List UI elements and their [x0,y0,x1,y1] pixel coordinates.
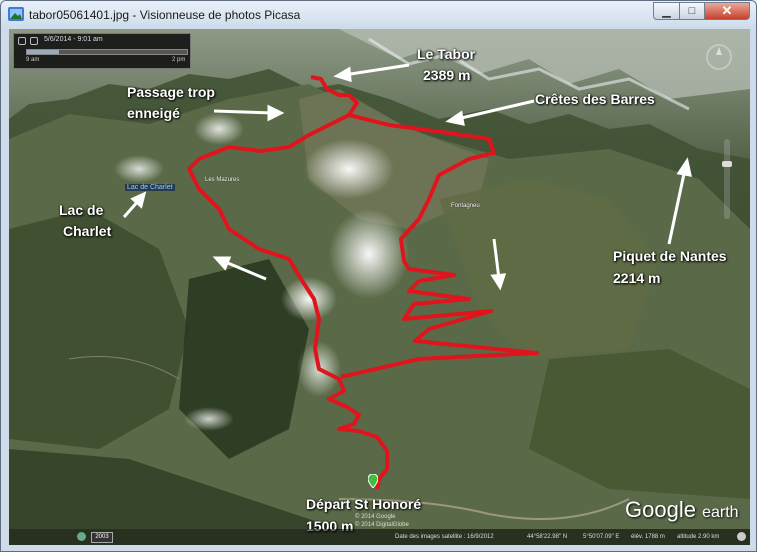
timeline-slider-fill [27,50,59,54]
timeline-slider-panel[interactable]: 5/6/2014 - 9:01 am 9 am 2 pm [13,33,191,69]
window-title: tabor05061401.jpg - Visionneuse de photo… [29,8,301,22]
photo-viewer[interactable]: 5/6/2014 - 9:01 am 9 am 2 pm Lac de Char… [9,29,750,545]
passage-label-line1: Passage trop [127,84,215,100]
piquet-de-nantes-label: Piquet de Nantes [613,248,727,264]
timeline-start: 9 am [26,57,40,63]
depart-st-honore-label: Départ St Honoré [306,496,422,512]
copyright-notice: © 2014 Google © 2014 DigitalGlobe [355,514,409,528]
google-earth-logo: Google earth [625,497,739,522]
le-tabor-label: Le Tabor [417,46,476,62]
eye-altitude: altitude 2.90 km [677,534,720,540]
timeline-end: 2 pm [172,57,186,63]
earth-status-bar: 2003 Date des images satellite : 16/9/20… [9,529,750,545]
zoom-slider[interactable] [724,139,730,219]
longitude: 5°50'07.09" E [583,534,620,540]
lac-de-charlet-line2: Charlet [63,223,112,239]
minimize-button[interactable]: ▁ [653,2,680,20]
latitude: 44°58'22.98" N [527,534,568,540]
navigation-compass-icon[interactable] [699,37,739,77]
picasa-app-icon [8,7,24,21]
clock-icon[interactable] [18,37,26,45]
piquet-de-nantes-altitude: 2214 m [613,270,661,286]
timeline-slider[interactable] [26,49,188,55]
fontagneu-label: Fontagneu [451,203,480,209]
timeline-date: 5/6/2014 - 9:01 am [44,36,103,43]
start-pin-icon[interactable] [368,474,378,488]
zoom-icon[interactable] [30,37,38,45]
cretes-des-barres-label: Crêtes des Barres [535,91,655,107]
maximize-button[interactable]: □ [679,2,705,20]
historical-year-badge[interactable]: 2003 [91,532,113,543]
maximize-icon: □ [688,5,696,17]
imagery-date: Date des images satellite : 16/9/2012 [395,534,494,540]
elevation: élév. 1788 m [631,534,665,540]
picasa-viewer-window: tabor05061401.jpg - Visionneuse de photo… [0,0,757,552]
globe-icon [77,532,86,541]
passage-label-line2: enneigé [127,105,180,121]
le-tabor-altitude: 2389 m [423,67,471,83]
title-bar[interactable]: tabor05061401.jpg - Visionneuse de photo… [1,1,756,29]
lac-de-charlet-line1: Lac de [59,202,104,218]
minimize-icon: ▁ [662,5,671,18]
status-indicator-icon [737,532,746,541]
close-icon: ✕ [721,3,733,18]
zoom-slider-knob[interactable] [722,161,732,167]
close-button[interactable]: ✕ [704,2,750,20]
lac-charlet-map-tag: Lac de Charlet [125,184,175,191]
les-mazures-label: Les Mazures [205,177,240,183]
